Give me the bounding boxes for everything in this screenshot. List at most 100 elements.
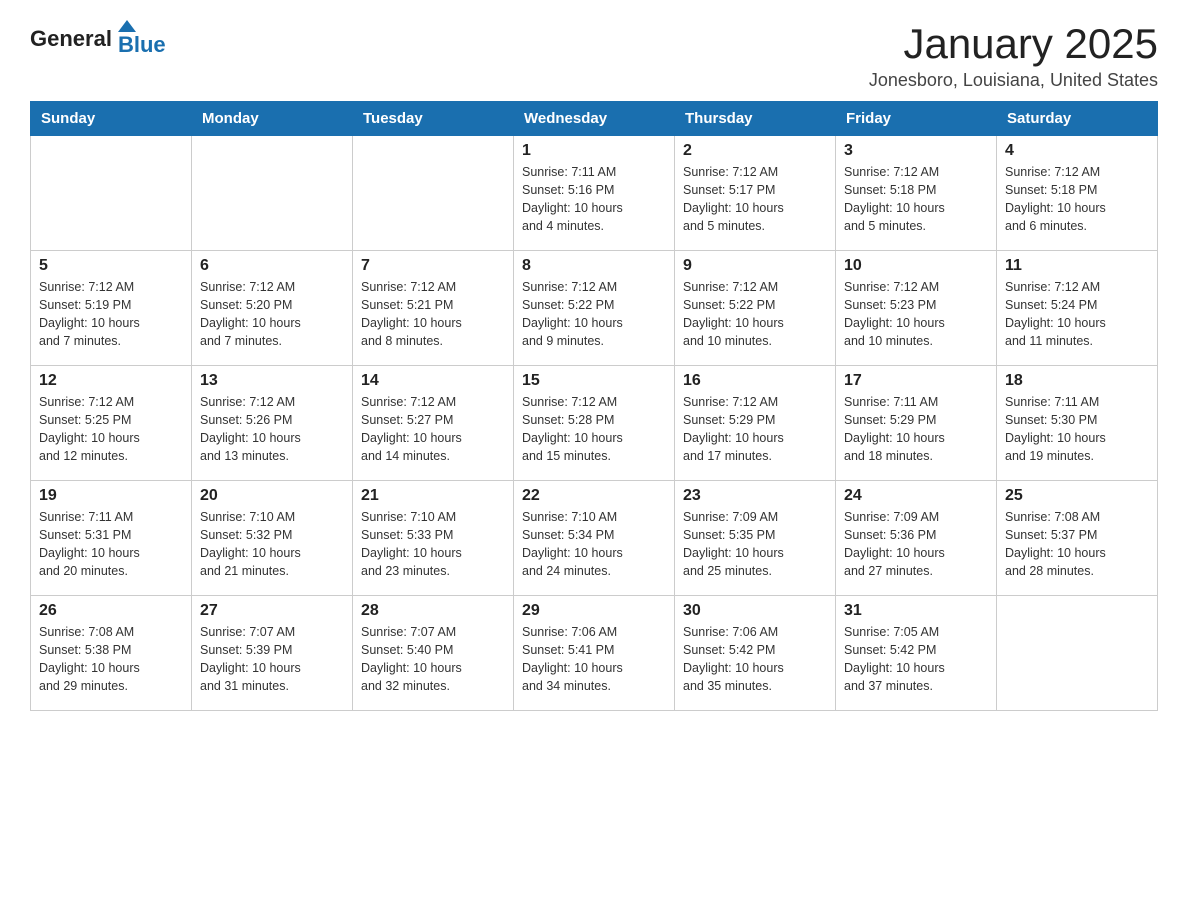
day-info: Sunrise: 7:08 AM Sunset: 5:37 PM Dayligh… <box>1005 508 1149 581</box>
day-number: 13 <box>200 372 344 390</box>
logo-text-blue: Blue <box>118 32 166 58</box>
day-number: 25 <box>1005 487 1149 505</box>
day-number: 5 <box>39 257 183 275</box>
calendar-cell <box>353 136 514 251</box>
day-info: Sunrise: 7:12 AM Sunset: 5:23 PM Dayligh… <box>844 278 988 351</box>
calendar-cell: 9Sunrise: 7:12 AM Sunset: 5:22 PM Daylig… <box>675 251 836 366</box>
calendar-cell <box>192 136 353 251</box>
day-info: Sunrise: 7:05 AM Sunset: 5:42 PM Dayligh… <box>844 623 988 696</box>
calendar-cell: 21Sunrise: 7:10 AM Sunset: 5:33 PM Dayli… <box>353 481 514 596</box>
weekday-header-wednesday: Wednesday <box>514 102 675 136</box>
day-info: Sunrise: 7:11 AM Sunset: 5:30 PM Dayligh… <box>1005 393 1149 466</box>
day-number: 23 <box>683 487 827 505</box>
month-title: January 2025 <box>869 20 1158 68</box>
calendar-cell: 4Sunrise: 7:12 AM Sunset: 5:18 PM Daylig… <box>997 136 1158 251</box>
calendar-cell: 3 Sunrise: 7:12 AM Sunset: 5:18 PM Daylig… <box>836 136 997 251</box>
day-info: Sunrise: 7:11 AM Sunset: 5:16 PM Dayligh… <box>522 163 666 236</box>
calendar-cell: 15 Sunrise: 7:12 AM Sunset: 5:28 PM Dayli… <box>514 366 675 481</box>
day-info: Sunrise: 7:12 AM Sunset: 5:17 PM Dayligh… <box>683 163 827 236</box>
logo-text-general: General <box>30 26 112 52</box>
day-number: 4 <box>1005 142 1149 160</box>
day-info: Sunrise: 7:12 AM Sunset: 5:25 PM Dayligh… <box>39 393 183 466</box>
day-number: 10 <box>844 257 988 275</box>
day-info: Sunrise: 7:12 AM Sunset: 5:20 PM Dayligh… <box>200 278 344 351</box>
day-info: Sunrise: 7:12 AM Sunset: 5:29 PM Dayligh… <box>683 393 827 466</box>
day-info: Sunrise: 7:12 AM Sunset: 5:21 PM Dayligh… <box>361 278 505 351</box>
day-number: 17 <box>844 372 988 390</box>
calendar-week-row: 1 Sunrise: 7:11 AM Sunset: 5:16 PM Daylig… <box>31 136 1158 251</box>
day-info: Sunrise: 7:12 AM Sunset: 5:22 PM Dayligh… <box>522 278 666 351</box>
day-info: Sunrise: 7:07 AM Sunset: 5:40 PM Dayligh… <box>361 623 505 696</box>
calendar-cell: 18 Sunrise: 7:11 AM Sunset: 5:30 PM Dayli… <box>997 366 1158 481</box>
calendar-cell: 10 Sunrise: 7:12 AM Sunset: 5:23 PM Dayli… <box>836 251 997 366</box>
day-number: 8 <box>522 257 666 275</box>
calendar-cell: 1 Sunrise: 7:11 AM Sunset: 5:16 PM Daylig… <box>514 136 675 251</box>
calendar-cell <box>31 136 192 251</box>
calendar-cell: 20Sunrise: 7:10 AM Sunset: 5:32 PM Dayli… <box>192 481 353 596</box>
day-number: 2 <box>683 142 827 160</box>
day-number: 11 <box>1005 257 1149 275</box>
calendar-cell: 24Sunrise: 7:09 AM Sunset: 5:36 PM Dayli… <box>836 481 997 596</box>
calendar-cell: 11 Sunrise: 7:12 AM Sunset: 5:24 PM Dayli… <box>997 251 1158 366</box>
day-number: 30 <box>683 602 827 620</box>
weekday-header-thursday: Thursday <box>675 102 836 136</box>
day-info: Sunrise: 7:09 AM Sunset: 5:35 PM Dayligh… <box>683 508 827 581</box>
calendar-cell: 16 Sunrise: 7:12 AM Sunset: 5:29 PM Dayli… <box>675 366 836 481</box>
calendar-cell: 30 Sunrise: 7:06 AM Sunset: 5:42 PM Dayli… <box>675 596 836 711</box>
weekday-header-row: SundayMondayTuesdayWednesdayThursdayFrid… <box>31 102 1158 136</box>
day-info: Sunrise: 7:06 AM Sunset: 5:41 PM Dayligh… <box>522 623 666 696</box>
day-number: 15 <box>522 372 666 390</box>
calendar-cell: 26 Sunrise: 7:08 AM Sunset: 5:38 PM Dayli… <box>31 596 192 711</box>
day-info: Sunrise: 7:12 AM Sunset: 5:24 PM Dayligh… <box>1005 278 1149 351</box>
calendar-week-row: 19 Sunrise: 7:11 AM Sunset: 5:31 PM Dayli… <box>31 481 1158 596</box>
calendar-cell: 29 Sunrise: 7:06 AM Sunset: 5:41 PM Dayli… <box>514 596 675 711</box>
calendar-cell: 6 Sunrise: 7:12 AM Sunset: 5:20 PM Daylig… <box>192 251 353 366</box>
calendar-table: SundayMondayTuesdayWednesdayThursdayFrid… <box>30 101 1158 711</box>
calendar-cell: 13 Sunrise: 7:12 AM Sunset: 5:26 PM Dayli… <box>192 366 353 481</box>
calendar-cell: 22 Sunrise: 7:10 AM Sunset: 5:34 PM Dayli… <box>514 481 675 596</box>
day-number: 29 <box>522 602 666 620</box>
calendar-cell: 28 Sunrise: 7:07 AM Sunset: 5:40 PM Dayli… <box>353 596 514 711</box>
day-number: 18 <box>1005 372 1149 390</box>
day-info: Sunrise: 7:06 AM Sunset: 5:42 PM Dayligh… <box>683 623 827 696</box>
weekday-header-monday: Monday <box>192 102 353 136</box>
weekday-header-tuesday: Tuesday <box>353 102 514 136</box>
day-number: 16 <box>683 372 827 390</box>
day-number: 1 <box>522 142 666 160</box>
calendar-cell: 12 Sunrise: 7:12 AM Sunset: 5:25 PM Dayli… <box>31 366 192 481</box>
day-number: 20 <box>200 487 344 505</box>
calendar-cell: 27Sunrise: 7:07 AM Sunset: 5:39 PM Dayli… <box>192 596 353 711</box>
calendar-week-row: 12 Sunrise: 7:12 AM Sunset: 5:25 PM Dayli… <box>31 366 1158 481</box>
day-info: Sunrise: 7:10 AM Sunset: 5:33 PM Dayligh… <box>361 508 505 581</box>
day-number: 6 <box>200 257 344 275</box>
day-info: Sunrise: 7:12 AM Sunset: 5:27 PM Dayligh… <box>361 393 505 466</box>
day-info: Sunrise: 7:11 AM Sunset: 5:31 PM Dayligh… <box>39 508 183 581</box>
calendar-cell: 19 Sunrise: 7:11 AM Sunset: 5:31 PM Dayli… <box>31 481 192 596</box>
day-number: 3 <box>844 142 988 160</box>
day-number: 12 <box>39 372 183 390</box>
day-info: Sunrise: 7:12 AM Sunset: 5:26 PM Dayligh… <box>200 393 344 466</box>
location-title: Jonesboro, Louisiana, United States <box>869 70 1158 91</box>
day-number: 31 <box>844 602 988 620</box>
day-info: Sunrise: 7:08 AM Sunset: 5:38 PM Dayligh… <box>39 623 183 696</box>
calendar-cell: 31 Sunrise: 7:05 AM Sunset: 5:42 PM Dayli… <box>836 596 997 711</box>
day-number: 26 <box>39 602 183 620</box>
page-header: General Blue January 2025 Jonesboro, Lou… <box>30 20 1158 91</box>
weekday-header-friday: Friday <box>836 102 997 136</box>
day-info: Sunrise: 7:12 AM Sunset: 5:28 PM Dayligh… <box>522 393 666 466</box>
day-number: 28 <box>361 602 505 620</box>
day-number: 24 <box>844 487 988 505</box>
calendar-cell: 14Sunrise: 7:12 AM Sunset: 5:27 PM Dayli… <box>353 366 514 481</box>
day-number: 22 <box>522 487 666 505</box>
calendar-week-row: 26 Sunrise: 7:08 AM Sunset: 5:38 PM Dayli… <box>31 596 1158 711</box>
day-info: Sunrise: 7:12 AM Sunset: 5:18 PM Dayligh… <box>844 163 988 236</box>
day-info: Sunrise: 7:07 AM Sunset: 5:39 PM Dayligh… <box>200 623 344 696</box>
logo: General Blue <box>30 20 166 58</box>
day-number: 19 <box>39 487 183 505</box>
day-info: Sunrise: 7:12 AM Sunset: 5:22 PM Dayligh… <box>683 278 827 351</box>
calendar-cell: 17 Sunrise: 7:11 AM Sunset: 5:29 PM Dayli… <box>836 366 997 481</box>
day-info: Sunrise: 7:11 AM Sunset: 5:29 PM Dayligh… <box>844 393 988 466</box>
title-area: January 2025 Jonesboro, Louisiana, Unite… <box>869 20 1158 91</box>
day-info: Sunrise: 7:10 AM Sunset: 5:34 PM Dayligh… <box>522 508 666 581</box>
calendar-cell: 8 Sunrise: 7:12 AM Sunset: 5:22 PM Daylig… <box>514 251 675 366</box>
